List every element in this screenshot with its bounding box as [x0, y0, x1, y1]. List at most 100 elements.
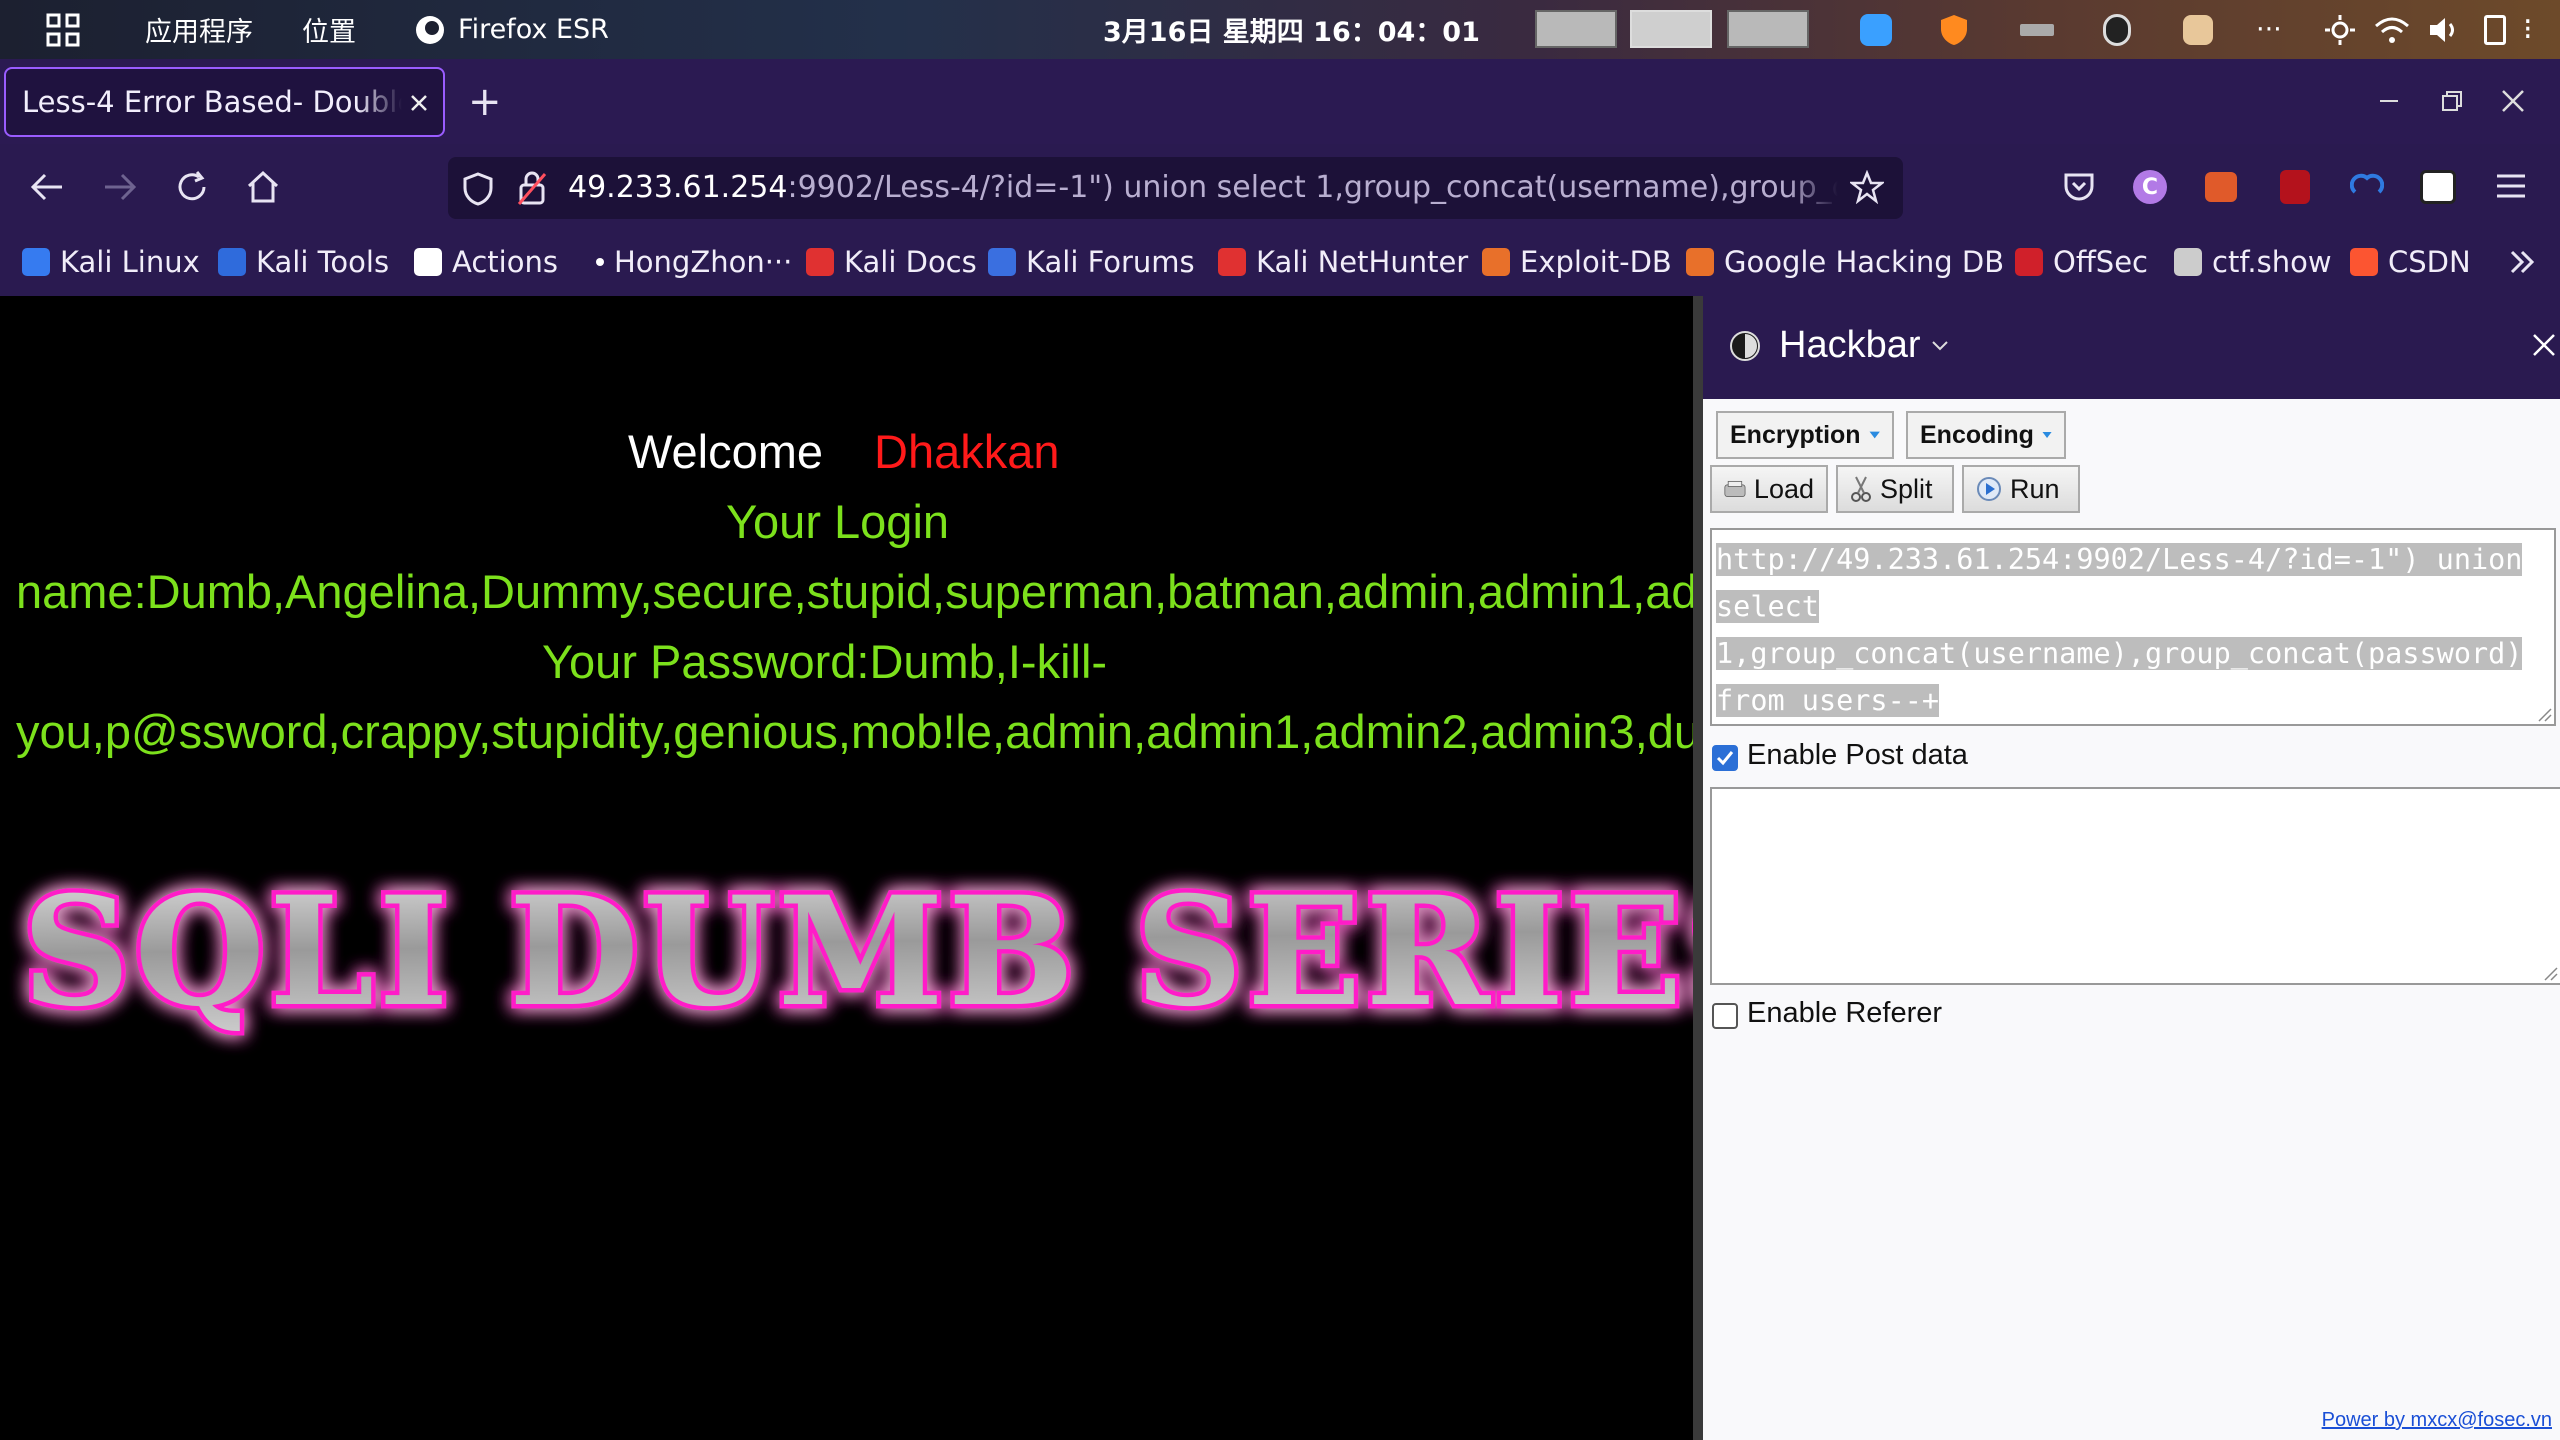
- active-app-firefox[interactable]: Firefox ESR: [414, 0, 609, 59]
- dot-icon: [596, 258, 604, 266]
- new-tab-button[interactable]: +: [468, 78, 502, 126]
- bookmark-item[interactable]: Kali Linux: [22, 232, 200, 292]
- tab-close-icon[interactable]: [409, 93, 429, 113]
- nethunter-icon: [1218, 248, 1246, 276]
- home-icon[interactable]: [246, 170, 280, 204]
- volume-icon[interactable]: [2428, 0, 2460, 59]
- wifi-icon[interactable]: [2375, 0, 2409, 59]
- enable-referer-label[interactable]: Enable Referer: [1747, 997, 1942, 1030]
- hackbar-title: Hackbar: [1779, 324, 1921, 366]
- exploitdb-icon: [1482, 248, 1510, 276]
- bookmark-label: Google Hacking DB: [1724, 245, 2005, 279]
- minimize-icon[interactable]: [2378, 90, 2400, 112]
- extension-fox-icon[interactable]: [2205, 172, 2237, 202]
- ghdb-icon: [1686, 248, 1714, 276]
- workspace-2[interactable]: [1630, 10, 1712, 48]
- hackbar-panel: Encryption Encoding Load Split Run http:…: [1703, 399, 2560, 1440]
- resize-grip-icon[interactable]: [2542, 965, 2558, 981]
- reload-icon[interactable]: [175, 170, 209, 204]
- app-grid-icon[interactable]: [46, 0, 80, 59]
- places-menu[interactable]: 位置: [302, 0, 356, 59]
- battery-icon[interactable]: [2484, 0, 2506, 59]
- bookmark-item[interactable]: Kali NetHunter: [1218, 232, 1468, 292]
- bookmark-item[interactable]: Actions: [414, 232, 558, 292]
- bookmark-label: CSDN: [2388, 245, 2471, 279]
- tray-shield-icon[interactable]: [1940, 0, 1968, 59]
- back-icon[interactable]: [30, 172, 64, 202]
- tab-title: Less-4 Error Based- DoubleQ: [22, 85, 402, 119]
- kali-tools-icon: [218, 248, 246, 276]
- url-line-2: select: [1716, 590, 1819, 623]
- enable-post-checkbox[interactable]: [1712, 745, 1738, 771]
- split-label: Split: [1880, 473, 1933, 504]
- enable-referer-checkbox[interactable]: [1712, 1003, 1738, 1029]
- encryption-dropdown[interactable]: Encryption: [1716, 411, 1894, 459]
- brightness-icon[interactable]: [2325, 0, 2355, 59]
- extension-c-icon[interactable]: C: [2133, 170, 2167, 204]
- banner-text: SQLI DUMB SERIES: [22, 864, 1693, 1040]
- run-button[interactable]: Run: [1962, 465, 2080, 513]
- powered-by-link[interactable]: Power by mxcx@fosec.vn: [2322, 1409, 2552, 1432]
- bookmark-item[interactable]: Kali Forums: [988, 232, 1195, 292]
- hackbar-title-switcher[interactable]: Hackbar: [1779, 324, 1949, 367]
- tray-app-icon-blue[interactable]: [1860, 0, 1892, 59]
- pocket-icon[interactable]: [2063, 172, 2095, 202]
- insecure-lock-icon[interactable]: [517, 170, 547, 206]
- load-url-button[interactable]: Load: [1710, 465, 1828, 513]
- hamburger-menu-icon[interactable]: [2495, 172, 2527, 200]
- bookmark-item[interactable]: Kali Docs: [806, 232, 977, 292]
- url-line-1: http://49.233.61.254:9902/Less-4/?id=-1"…: [1716, 543, 2523, 576]
- sidebar-close-icon[interactable]: [2531, 332, 2557, 358]
- page-content: Welcome Dhakkan Your Login name:Dumb,Ang…: [0, 296, 1693, 1440]
- your-login-label: Your Login: [726, 495, 950, 548]
- welcome-label: Welcome: [628, 425, 824, 478]
- post-data-textarea[interactable]: [1710, 787, 2560, 985]
- tray-more-icon[interactable]: ···: [2256, 0, 2282, 59]
- power-menu-icon[interactable]: ⁝: [2523, 0, 2533, 59]
- bookmark-label: Kali Forums: [1026, 245, 1195, 279]
- bookmark-item[interactable]: HongZhon···: [596, 232, 792, 292]
- tray-cat-icon[interactable]: [2183, 0, 2213, 59]
- bookmark-label: Kali NetHunter: [1256, 245, 1469, 279]
- split-url-button[interactable]: Split: [1836, 465, 1954, 513]
- desktop-top-panel: 应用程序 位置 Firefox ESR 3月16日 星期四 16：04：01 ·…: [0, 0, 2560, 59]
- tracking-shield-icon[interactable]: [463, 172, 493, 206]
- enable-post-label[interactable]: Enable Post data: [1747, 739, 1968, 772]
- bookmark-item[interactable]: CSDN: [2350, 232, 2471, 292]
- play-icon: [1977, 477, 2001, 501]
- extension-glasses-icon[interactable]: [2420, 170, 2456, 204]
- url-text[interactable]: 49.233.61.254:9902/Less-4/?id=-1") union…: [568, 167, 1838, 209]
- resize-grip-icon[interactable]: [2536, 706, 2552, 722]
- bookmark-label: Actions: [452, 245, 558, 279]
- chevron-down-icon: [1931, 340, 1948, 350]
- tray-drive-icon[interactable]: [2020, 0, 2054, 59]
- workspace-3[interactable]: [1727, 10, 1809, 48]
- sidebar-splitter[interactable]: [1693, 296, 1703, 1440]
- tray-qq-icon[interactable]: [2103, 0, 2131, 59]
- csdn-icon: [2350, 248, 2378, 276]
- bookmark-item[interactable]: OffSec: [2015, 232, 2148, 292]
- clock[interactable]: 3月16日 星期四 16：04：01: [1103, 0, 1480, 59]
- bookmark-item[interactable]: Exploit-DB: [1482, 232, 1672, 292]
- restore-icon[interactable]: [2441, 90, 2463, 112]
- tab-active[interactable]: Less-4 Error Based- DoubleQ: [4, 67, 445, 137]
- applications-menu[interactable]: 应用程序: [145, 0, 253, 59]
- encoding-dropdown[interactable]: Encoding: [1906, 411, 2066, 459]
- active-app-label: Firefox ESR: [458, 14, 609, 45]
- bookmark-item[interactable]: Google Hacking DB: [1686, 232, 2004, 292]
- ublock-icon[interactable]: [2280, 170, 2310, 204]
- welcome-username: Dhakkan: [874, 425, 1060, 478]
- workspace-1[interactable]: [1535, 10, 1617, 48]
- url-path: :9902/Less-4/?id=-1") union select 1,gro…: [787, 170, 1838, 205]
- bookmark-star-icon[interactable]: [1850, 170, 1884, 204]
- window-close-icon[interactable]: [2500, 88, 2526, 114]
- bookmark-label: Exploit-DB: [1520, 245, 1672, 279]
- bookmarks-overflow-icon[interactable]: [2508, 248, 2536, 276]
- hackbar-logo-icon: [1730, 331, 1760, 361]
- bookmark-item[interactable]: Kali Tools: [218, 232, 389, 292]
- load-label: Load: [1753, 473, 1814, 504]
- extension-cloud-icon[interactable]: [2350, 170, 2384, 204]
- bookmark-item[interactable]: ctf.show: [2174, 232, 2332, 292]
- encryption-label: Encryption: [1730, 420, 1861, 449]
- url-textarea[interactable]: http://49.233.61.254:9902/Less-4/?id=-1"…: [1710, 528, 2556, 726]
